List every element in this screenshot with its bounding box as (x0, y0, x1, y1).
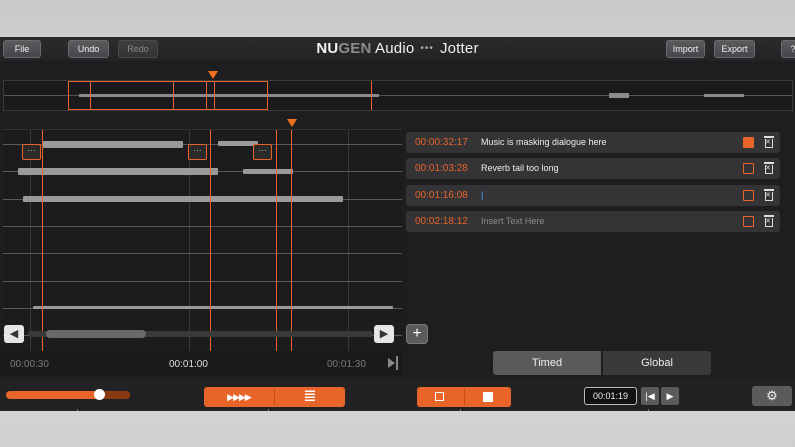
grid-line (348, 130, 349, 351)
tick-mark (460, 409, 461, 411)
note-row[interactable]: 00:00:32:17 Music is masking dialogue he… (406, 132, 780, 153)
view-mode-group: ▶▶▶▶ ≣ (204, 387, 345, 407)
trash-icon[interactable]: ✕ (764, 215, 774, 227)
note-timecode[interactable]: 00:01:16:08 (415, 190, 468, 201)
skip-back-icon[interactable]: |◀ (641, 387, 659, 405)
note-flag[interactable]: ··· (253, 144, 272, 160)
tab-global[interactable]: Global (603, 351, 711, 375)
scroll-left-icon[interactable]: ◀ (4, 325, 24, 343)
overview-note-marker (206, 81, 207, 110)
note-checkbox[interactable] (743, 137, 754, 148)
note-marker-line (210, 130, 211, 351)
overview-note-marker (371, 81, 372, 110)
tick-mark (77, 409, 78, 411)
trash-icon[interactable]: ✕ (764, 162, 774, 174)
square-outline-icon (435, 392, 444, 401)
slider-knob[interactable] (94, 389, 105, 400)
overview-note-marker (173, 81, 174, 110)
help-button[interactable]: ? (781, 40, 795, 58)
grid-line (30, 130, 31, 351)
time-label: 00:00:30 (10, 359, 49, 370)
track-line (3, 253, 402, 254)
note-checkbox[interactable] (743, 163, 754, 174)
note-timecode[interactable]: 00:00:32:17 (415, 137, 468, 148)
scroll-thumb[interactable] (46, 330, 146, 338)
time-label: 00:01:30 (327, 359, 366, 370)
stop-fill-button[interactable] (465, 387, 511, 407)
stop-outline-button[interactable] (417, 387, 464, 407)
list-icon[interactable]: ≣ (275, 387, 345, 407)
note-timecode[interactable]: 00:02:18:12 (415, 216, 468, 227)
brand-gen: GEN (338, 40, 372, 57)
bottom-toolbar: ▶▶▶▶ ≣ 00:01:19 |◀ ▶ ⚙ (0, 379, 795, 411)
note-text-placeholder[interactable]: Insert Text Here (481, 216, 544, 226)
level-slider[interactable] (6, 391, 130, 399)
gear-icon[interactable]: ⚙ (752, 386, 792, 406)
note-marker-line (42, 130, 43, 351)
waveform-scrollbar[interactable]: ◀ ▶ (4, 322, 396, 344)
top-toolbar: File Undo Redo NUGEN Audio ••• Jotter Impo… (0, 37, 795, 61)
trash-icon[interactable]: ✕ (764, 189, 774, 201)
track-waveform (18, 168, 218, 175)
track-waveform (33, 306, 393, 309)
overview-playhead (214, 81, 215, 110)
tab-timed[interactable]: Timed (493, 351, 601, 375)
tick-mark (268, 409, 269, 411)
note-text[interactable]: Music is masking dialogue here (481, 137, 607, 147)
brand-audio: Audio (371, 40, 415, 57)
overview-playhead-marker[interactable] (208, 71, 218, 79)
note-timecode[interactable]: 00:01:03:28 (415, 163, 468, 174)
grid-line (189, 130, 190, 351)
overview-note-marker (90, 81, 91, 110)
waveform-view[interactable]: ··· ··· ··· (3, 129, 402, 351)
note-flag[interactable]: ··· (22, 144, 41, 160)
jotter-app: File Undo Redo NUGEN Audio ••• Jotter Impo… (0, 37, 795, 411)
trash-icon[interactable]: ✕ (764, 136, 774, 148)
overview-view-window[interactable] (68, 81, 268, 110)
brand-dots: ••• (420, 43, 434, 54)
track-waveform (218, 141, 258, 146)
timecode-display[interactable]: 00:01:19 (584, 387, 637, 405)
track-line (3, 226, 402, 227)
note-text[interactable]: Reverb tail too long (481, 163, 559, 173)
end-marker-icon[interactable] (388, 356, 398, 370)
brand-nu: NU (316, 40, 339, 57)
export-button[interactable]: Export (714, 40, 755, 58)
overview-wave-segment (609, 93, 629, 98)
fast-forward-icon[interactable]: ▶▶▶▶ (204, 387, 274, 407)
note-checkbox[interactable] (743, 216, 754, 227)
square-fill-icon (483, 392, 493, 402)
track-waveform (243, 169, 293, 174)
stop-group (417, 387, 511, 407)
note-text-input[interactable]: | (481, 190, 483, 200)
track-waveform (23, 196, 343, 202)
note-row[interactable]: 00:02:18:12 Insert Text Here ✕ (406, 211, 780, 232)
timeline-ruler[interactable]: 00:00:30 00:01:00 00:01:30 (0, 351, 402, 376)
note-mode-tabs: Timed Global (493, 351, 711, 375)
note-checkbox[interactable] (743, 190, 754, 201)
overview-waveform[interactable] (3, 80, 793, 111)
note-flag[interactable]: ··· (188, 144, 207, 160)
note-row[interactable]: 00:01:03:28 Reverb tail too long ✕ (406, 158, 780, 179)
time-label: 00:01:00 (169, 359, 208, 370)
play-icon[interactable]: ▶ (661, 387, 679, 405)
tick-mark (648, 409, 649, 411)
import-button[interactable]: Import (666, 40, 705, 58)
add-note-button[interactable]: + (406, 324, 428, 344)
product-name: Jotter (439, 40, 479, 57)
scroll-right-icon[interactable]: ▶ (374, 325, 394, 343)
note-marker-line (276, 130, 277, 351)
track-line (3, 281, 402, 282)
note-row[interactable]: 00:01:16:08 | ✕ (406, 185, 780, 206)
track-waveform (43, 141, 183, 148)
playhead-line (291, 130, 292, 351)
main-playhead-marker[interactable] (287, 119, 297, 127)
overview-wave-segment (704, 94, 744, 97)
